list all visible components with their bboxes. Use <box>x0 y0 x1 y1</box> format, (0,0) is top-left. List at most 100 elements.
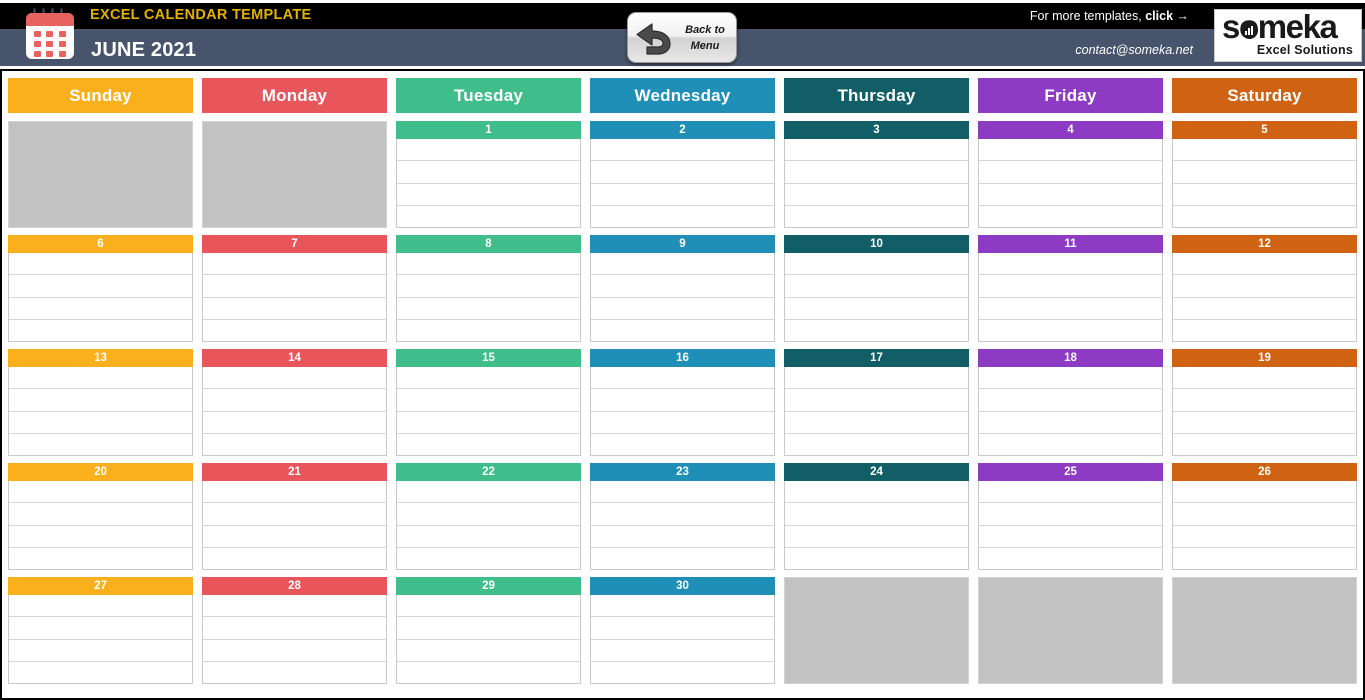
note-lines[interactable] <box>978 367 1163 456</box>
note-line[interactable] <box>9 662 192 683</box>
day-cell-9[interactable]: 9 <box>590 235 775 342</box>
note-line[interactable] <box>1173 526 1356 548</box>
note-line[interactable] <box>591 275 774 298</box>
note-line[interactable] <box>591 548 774 569</box>
note-line[interactable] <box>785 275 968 298</box>
note-lines[interactable] <box>8 595 193 684</box>
note-line[interactable] <box>785 139 968 162</box>
note-line[interactable] <box>591 662 774 683</box>
note-line[interactable] <box>203 298 386 320</box>
note-line[interactable] <box>1173 253 1356 276</box>
note-line[interactable] <box>785 161 968 184</box>
note-line[interactable] <box>9 503 192 526</box>
note-line[interactable] <box>203 617 386 640</box>
note-line[interactable] <box>397 253 580 276</box>
note-line[interactable] <box>591 434 774 455</box>
note-lines[interactable] <box>784 481 969 570</box>
note-line[interactable] <box>785 548 968 569</box>
note-line[interactable] <box>979 206 1162 227</box>
note-line[interactable] <box>785 481 968 504</box>
day-cell-27[interactable]: 27 <box>8 577 193 684</box>
note-line[interactable] <box>979 298 1162 320</box>
note-line[interactable] <box>9 367 192 390</box>
note-line[interactable] <box>591 595 774 618</box>
note-line[interactable] <box>785 184 968 206</box>
note-lines[interactable] <box>784 367 969 456</box>
note-line[interactable] <box>979 481 1162 504</box>
note-line[interactable] <box>203 367 386 390</box>
note-line[interactable] <box>203 595 386 618</box>
note-line[interactable] <box>9 526 192 548</box>
day-cell-19[interactable]: 19 <box>1172 349 1357 456</box>
note-line[interactable] <box>397 640 580 662</box>
note-lines[interactable] <box>978 139 1163 228</box>
note-line[interactable] <box>397 184 580 206</box>
day-cell-25[interactable]: 25 <box>978 463 1163 570</box>
note-lines[interactable] <box>1172 139 1357 228</box>
note-line[interactable] <box>591 503 774 526</box>
note-line[interactable] <box>591 481 774 504</box>
note-line[interactable] <box>979 161 1162 184</box>
note-line[interactable] <box>1173 206 1356 227</box>
note-line[interactable] <box>591 526 774 548</box>
day-cell-10[interactable]: 10 <box>784 235 969 342</box>
note-line[interactable] <box>591 139 774 162</box>
note-line[interactable] <box>591 320 774 341</box>
day-cell-30[interactable]: 30 <box>590 577 775 684</box>
note-line[interactable] <box>9 617 192 640</box>
day-cell-18[interactable]: 18 <box>978 349 1163 456</box>
note-lines[interactable] <box>396 253 581 342</box>
note-line[interactable] <box>9 481 192 504</box>
note-line[interactable] <box>397 139 580 162</box>
someka-logo[interactable]: someka Excel Solutions <box>1214 9 1362 62</box>
more-templates-link[interactable]: click → <box>1145 9 1189 23</box>
day-cell-22[interactable]: 22 <box>396 463 581 570</box>
note-line[interactable] <box>591 184 774 206</box>
note-line[interactable] <box>397 389 580 412</box>
note-line[interactable] <box>979 434 1162 455</box>
note-line[interactable] <box>785 503 968 526</box>
day-cell-3[interactable]: 3 <box>784 121 969 228</box>
note-line[interactable] <box>1173 503 1356 526</box>
note-line[interactable] <box>979 367 1162 390</box>
day-cell-7[interactable]: 7 <box>202 235 387 342</box>
note-line[interactable] <box>591 367 774 390</box>
note-line[interactable] <box>591 617 774 640</box>
note-line[interactable] <box>979 253 1162 276</box>
day-cell-11[interactable]: 11 <box>978 235 1163 342</box>
note-line[interactable] <box>979 526 1162 548</box>
note-line[interactable] <box>1173 548 1356 569</box>
contact-email[interactable]: contact@someka.net <box>1075 43 1193 57</box>
note-lines[interactable] <box>396 481 581 570</box>
note-line[interactable] <box>1173 481 1356 504</box>
note-lines[interactable] <box>978 481 1163 570</box>
note-line[interactable] <box>203 434 386 455</box>
note-line[interactable] <box>203 503 386 526</box>
note-line[interactable] <box>203 412 386 434</box>
note-lines[interactable] <box>202 481 387 570</box>
note-lines[interactable] <box>590 253 775 342</box>
note-line[interactable] <box>203 253 386 276</box>
note-lines[interactable] <box>590 367 775 456</box>
note-line[interactable] <box>203 275 386 298</box>
note-line[interactable] <box>785 298 968 320</box>
note-line[interactable] <box>9 320 192 341</box>
note-line[interactable] <box>203 640 386 662</box>
day-cell-5[interactable]: 5 <box>1172 121 1357 228</box>
note-lines[interactable] <box>978 253 1163 342</box>
day-cell-28[interactable]: 28 <box>202 577 387 684</box>
note-lines[interactable] <box>590 139 775 228</box>
note-lines[interactable] <box>1172 481 1357 570</box>
note-line[interactable] <box>397 434 580 455</box>
note-line[interactable] <box>397 298 580 320</box>
note-line[interactable] <box>1173 320 1356 341</box>
note-line[interactable] <box>397 503 580 526</box>
note-lines[interactable] <box>202 367 387 456</box>
note-line[interactable] <box>591 206 774 227</box>
day-cell-2[interactable]: 2 <box>590 121 775 228</box>
day-cell-23[interactable]: 23 <box>590 463 775 570</box>
note-line[interactable] <box>1173 389 1356 412</box>
note-line[interactable] <box>785 389 968 412</box>
note-line[interactable] <box>397 275 580 298</box>
note-line[interactable] <box>397 367 580 390</box>
